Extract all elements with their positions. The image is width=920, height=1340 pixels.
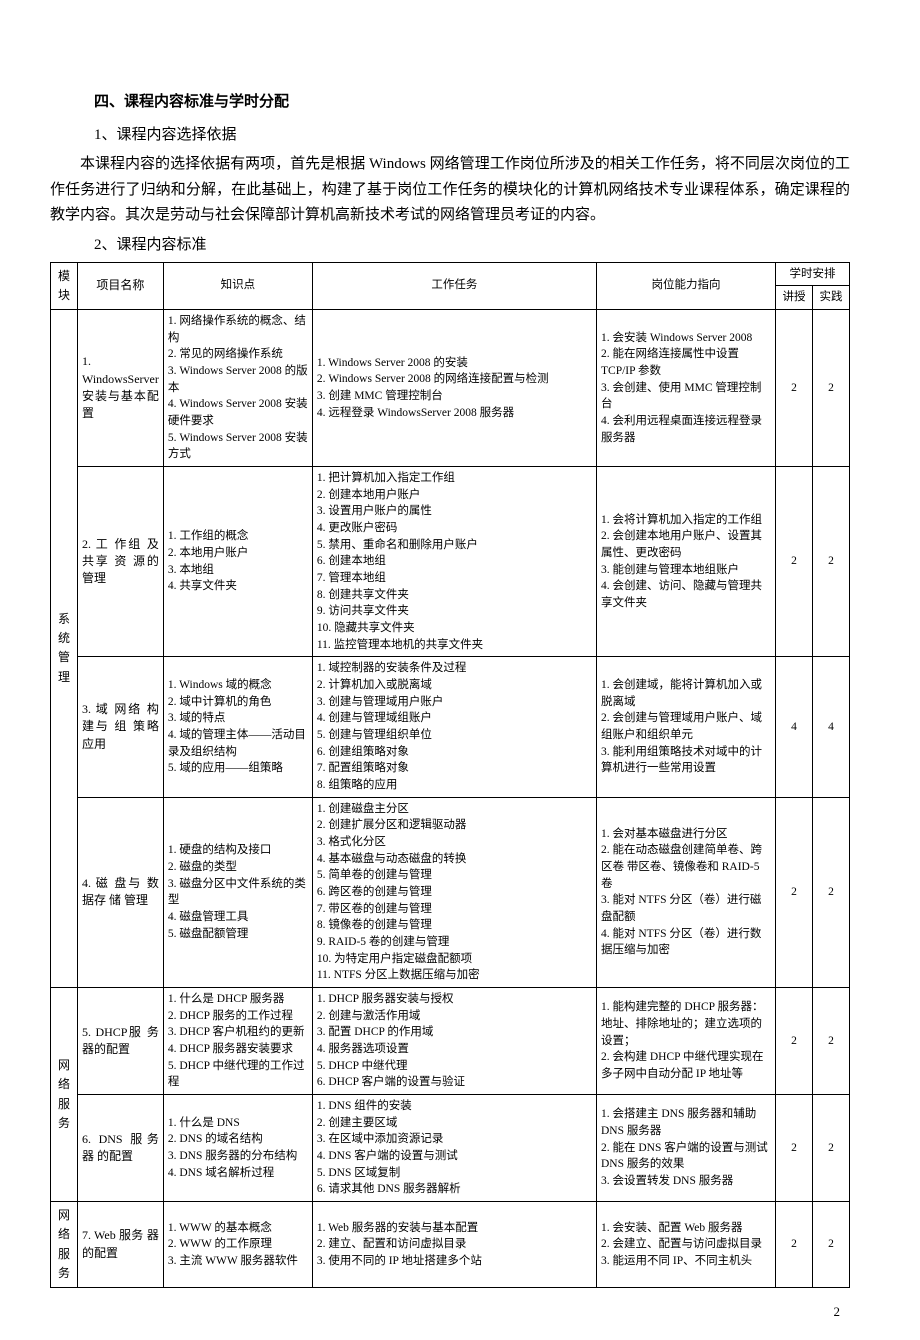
practice-hours-cell: 2: [813, 797, 850, 987]
ability-cell: 1. 能构建完整的 DHCP 服务器：地址、排除地址的；建立选项的设置；2. 会…: [597, 988, 776, 1095]
project-cell: 5. DHCP服 务 器的配置: [78, 988, 164, 1095]
table-row: 网络服务5. DHCP服 务 器的配置1. 什么是 DHCP 服务器2. DHC…: [51, 988, 850, 1095]
ability-cell: 1. 会搭建主 DNS 服务器和辅助DNS 服务器2. 能在 DNS 客户端的设…: [597, 1095, 776, 1202]
th-project: 项目名称: [78, 262, 164, 309]
table-body: 系统管理1. WindowsServer 安装与基本配置1. 网络操作系统的概念…: [51, 309, 850, 1287]
th-task: 工作任务: [312, 262, 596, 309]
project-cell: 4. 磁 盘与 数 据存 储 管理: [78, 797, 164, 987]
ability-cell: 1. 会对基本磁盘进行分区2. 能在动态磁盘创建简单卷、跨区卷 带区卷、镜像卷和…: [597, 797, 776, 987]
section-heading: 四、课程内容标准与学时分配: [94, 90, 850, 111]
lecture-hours-cell: 2: [776, 309, 813, 466]
knowledge-cell: 1. 网络操作系统的概念、结构2. 常见的网络操作系统3. Windows Se…: [163, 309, 312, 466]
knowledge-cell: 1. 什么是 DHCP 服务器2. DHCP 服务的工作过程3. DHCP 客户…: [163, 988, 312, 1095]
th-hours-group: 学时安排: [776, 262, 850, 286]
ability-cell: 1. 会创建域，能将计算机加入或脱离域2. 会创建与管理域用户账户、域组账户和组…: [597, 657, 776, 797]
lecture-hours-cell: 2: [776, 1095, 813, 1202]
knowledge-cell: 1. 硬盘的结构及接口2. 磁盘的类型3. 磁盘分区中文件系统的类型4. 磁盘管…: [163, 797, 312, 987]
project-cell: 7. Web 服务 器 的配置: [78, 1202, 164, 1288]
ability-cell: 1. 会安装 Windows Server 20082. 能在网络连接属性中设置…: [597, 309, 776, 466]
practice-hours-cell: 2: [813, 466, 850, 656]
th-module: 模块: [51, 262, 78, 309]
table-row: 2. 工 作组 及 共享 资 源的管理1. 工作组的概念2. 本地用户账户3. …: [51, 466, 850, 656]
practice-hours-cell: 2: [813, 988, 850, 1095]
task-cell: 1. 把计算机加入指定工作组2. 创建本地用户账户3. 设置用户账户的属性4. …: [312, 466, 596, 656]
project-cell: 3. 域 网络 构 建与 组 策略应用: [78, 657, 164, 797]
lecture-hours-cell: 2: [776, 988, 813, 1095]
ability-cell: 1. 会将计算机加入指定的工作组2. 会创建本地用户账户、设置其属性、更改密码3…: [597, 466, 776, 656]
curriculum-table: 模块 项目名称 知识点 工作任务 岗位能力指向 学时安排 讲授 实践 系统管理1…: [50, 262, 850, 1288]
lecture-hours-cell: 2: [776, 1202, 813, 1288]
practice-hours-cell: 2: [813, 1095, 850, 1202]
table-row: 系统管理1. WindowsServer 安装与基本配置1. 网络操作系统的概念…: [51, 309, 850, 466]
project-cell: 2. 工 作组 及 共享 资 源的管理: [78, 466, 164, 656]
table-row: 网络服务7. Web 服务 器 的配置1. WWW 的基本概念2. WWW 的工…: [51, 1202, 850, 1288]
task-cell: 1. Web 服务器的安装与基本配置2. 建立、配置和访问虚拟目录3. 使用不同…: [312, 1202, 596, 1288]
subheading-2: 2、课程内容标准: [94, 233, 850, 254]
task-cell: 1. DHCP 服务器安装与授权2. 创建与激活作用域3. 配置 DHCP 的作…: [312, 988, 596, 1095]
practice-hours-cell: 2: [813, 1202, 850, 1288]
th-lecture: 讲授: [776, 286, 813, 310]
practice-hours-cell: 2: [813, 309, 850, 466]
project-cell: 6. DNS 服务 器 的配置: [78, 1095, 164, 1202]
table-row: 6. DNS 服务 器 的配置1. 什么是 DNS2. DNS 的域名结构3. …: [51, 1095, 850, 1202]
table-row: 3. 域 网络 构 建与 组 策略应用1. Windows 域的概念2. 域中计…: [51, 657, 850, 797]
th-practice: 实践: [813, 286, 850, 310]
knowledge-cell: 1. Windows 域的概念2. 域中计算机的角色3. 域的特点4. 域的管理…: [163, 657, 312, 797]
table-head: 模块 项目名称 知识点 工作任务 岗位能力指向 学时安排 讲授 实践: [51, 262, 850, 309]
lecture-hours-cell: 4: [776, 657, 813, 797]
th-knowledge: 知识点: [163, 262, 312, 309]
project-cell: 1. WindowsServer 安装与基本配置: [78, 309, 164, 466]
paragraph-1: 本课程内容的选择依据有两项，首先是根据 Windows 网络管理工作岗位所涉及的…: [50, 152, 850, 229]
knowledge-cell: 1. WWW 的基本概念2. WWW 的工作原理3. 主流 WWW 服务器软件: [163, 1202, 312, 1288]
knowledge-cell: 1. 工作组的概念2. 本地用户账户3. 本地组4. 共享文件夹: [163, 466, 312, 656]
task-cell: 1. 域控制器的安装条件及过程2. 计算机加入或脱离域3. 创建与管理域用户账户…: [312, 657, 596, 797]
module-cell: 系统管理: [51, 309, 78, 987]
task-cell: 1. 创建磁盘主分区2. 创建扩展分区和逻辑驱动器3. 格式化分区4. 基本磁盘…: [312, 797, 596, 987]
task-cell: 1. DNS 组件的安装2. 创建主要区域3. 在区域中添加资源记录4. DNS…: [312, 1095, 596, 1202]
knowledge-cell: 1. 什么是 DNS2. DNS 的域名结构3. DNS 服务器的分布结构4. …: [163, 1095, 312, 1202]
lecture-hours-cell: 2: [776, 466, 813, 656]
module-cell: 网络服务: [51, 1202, 78, 1288]
subheading-1: 1、课程内容选择依据: [94, 123, 850, 144]
task-cell: 1. Windows Server 2008 的安装2. Windows Ser…: [312, 309, 596, 466]
table-row: 4. 磁 盘与 数 据存 储 管理1. 硬盘的结构及接口2. 磁盘的类型3. 磁…: [51, 797, 850, 987]
page-number: 2: [50, 1304, 850, 1320]
lecture-hours-cell: 2: [776, 797, 813, 987]
module-cell: 网络服务: [51, 988, 78, 1202]
page-container: 四、课程内容标准与学时分配 1、课程内容选择依据 本课程内容的选择依据有两项，首…: [20, 0, 900, 1340]
practice-hours-cell: 4: [813, 657, 850, 797]
ability-cell: 1. 会安装、配置 Web 服务器2. 会建立、配置与访问虚拟目录3. 能运用不…: [597, 1202, 776, 1288]
th-ability: 岗位能力指向: [597, 262, 776, 309]
